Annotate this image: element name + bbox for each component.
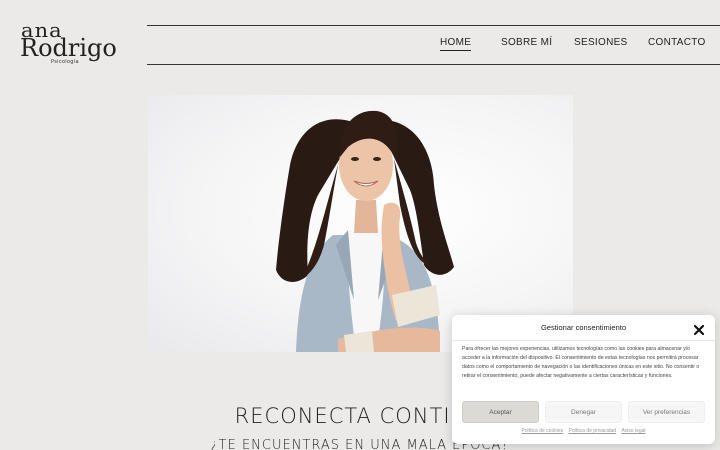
privacy-policy-link[interactable]: Política de privacidad [569, 428, 617, 434]
nav-sesiones[interactable]: SESIONES [574, 37, 628, 48]
legal-notice-link[interactable]: Aviso legal [621, 428, 645, 434]
cookie-policy-links: Política de cookies Política de privacid… [452, 428, 715, 434]
nav-contacto[interactable]: CONTACTO [648, 37, 706, 48]
nav-bottom-divider [147, 64, 720, 65]
nav-top-divider [147, 25, 720, 26]
nav-sobre-mi[interactable]: SOBRE MÍ [501, 37, 552, 48]
hero-photo [148, 95, 573, 352]
close-icon[interactable] [693, 321, 705, 336]
cookie-policy-link[interactable]: Política de cookies [521, 428, 563, 434]
portrait-illustration [276, 110, 454, 352]
cookie-consent-dialog: Gestionar consentimiento Para ofrecer la… [452, 315, 715, 444]
cookie-dialog-divider [452, 340, 715, 341]
accept-button[interactable]: Aceptar [462, 401, 539, 423]
logo-tagline: Psicología [51, 59, 79, 65]
nav-home[interactable]: HOME [440, 37, 472, 51]
cookie-dialog-title: Gestionar consentimiento [540, 323, 627, 332]
cookie-dialog-text: Para ofrecer las mejores experiencias, u… [462, 346, 700, 379]
deny-button[interactable]: Denegar [545, 401, 622, 423]
main-nav: HOME SOBRE MÍ SESIONES CONTACTO [0, 37, 720, 53]
view-preferences-button[interactable]: Ver preferencias [628, 401, 705, 423]
